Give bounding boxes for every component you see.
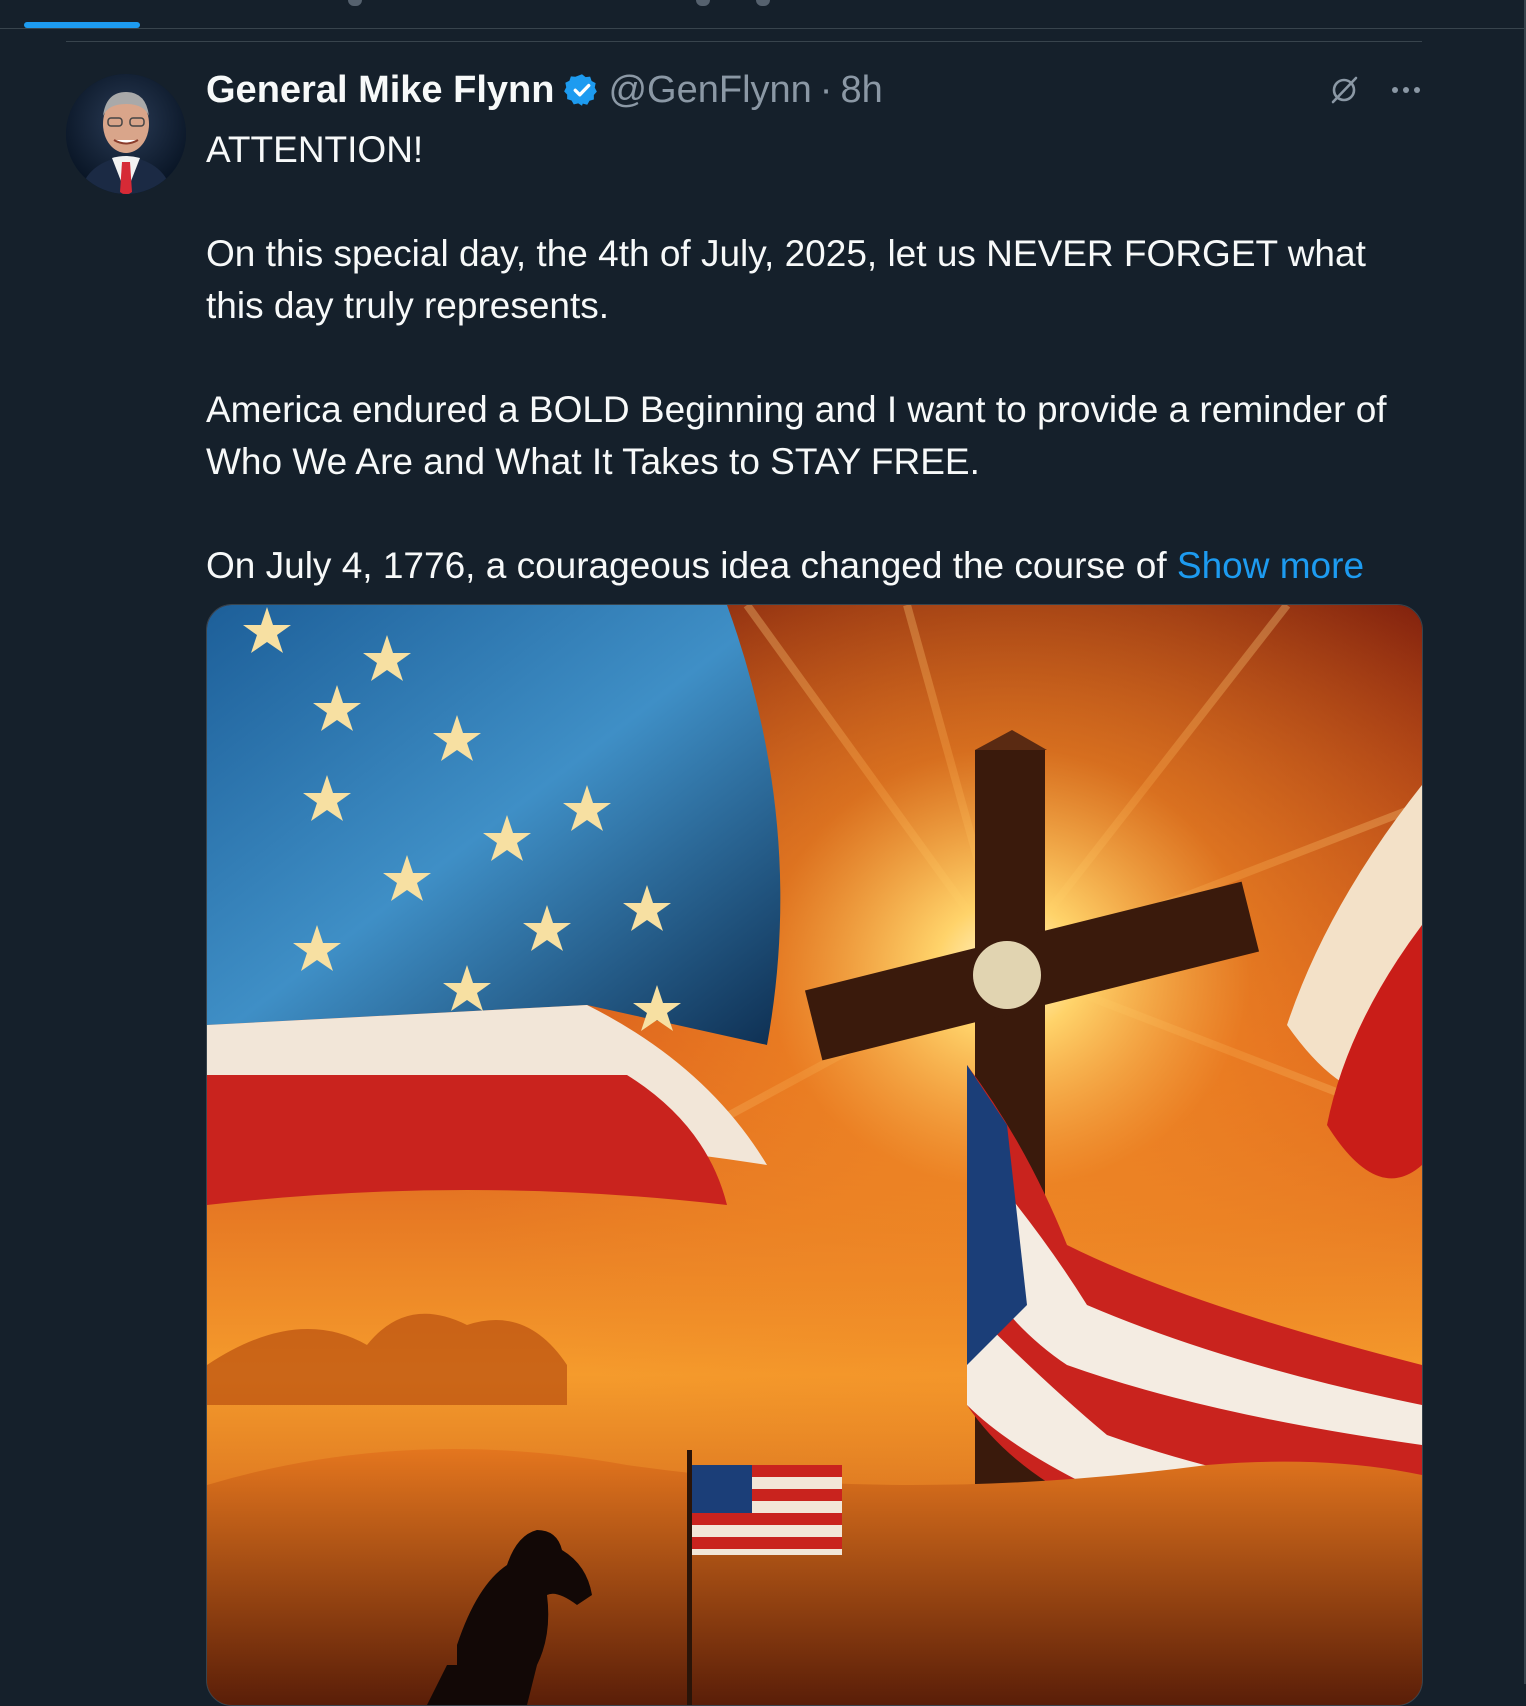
tweet-paragraph: On this special day, the 4th of July, 20…: [206, 233, 1366, 326]
meta-separator: ·: [819, 68, 833, 111]
more-options-icon[interactable]: [1386, 70, 1426, 110]
tab-label-fragment: [696, 0, 710, 6]
author-handle[interactable]: @GenFlynn: [608, 69, 811, 112]
grok-icon[interactable]: [1324, 70, 1364, 110]
tweet-header-actions: [1324, 70, 1426, 110]
tweet-timestamp[interactable]: 8h: [840, 69, 882, 112]
tweet-media-image[interactable]: [206, 604, 1423, 1706]
tweet-paragraph: ATTENTION!: [206, 129, 424, 170]
verified-badge-icon[interactable]: [564, 72, 600, 108]
tweet-text: ATTENTION! On this special day, the 4th …: [206, 124, 1426, 592]
top-tab-bar: [0, 0, 1526, 29]
tweet-divider: [66, 41, 1422, 42]
tweet-content: General Mike Flynn @GenFlynn · 8h ATTENT…: [206, 62, 1426, 592]
tweet-header: General Mike Flynn @GenFlynn · 8h: [206, 62, 1426, 118]
tweet-paragraph: America endured a BOLD Beginning and I w…: [206, 389, 1387, 482]
tweet-paragraph-truncated: On July 4, 1776, a courageous idea chang…: [206, 540, 1426, 592]
show-more-link[interactable]: Show more: [1177, 545, 1364, 586]
tab-label-fragment: [756, 0, 770, 6]
author-name[interactable]: General Mike Flynn: [206, 69, 554, 112]
tweet-paragraph-text: On July 4, 1776, a courageous idea chang…: [206, 545, 1167, 586]
author-avatar[interactable]: [66, 74, 186, 194]
active-tab-indicator: [24, 22, 140, 28]
tab-label-fragment: [348, 0, 362, 6]
